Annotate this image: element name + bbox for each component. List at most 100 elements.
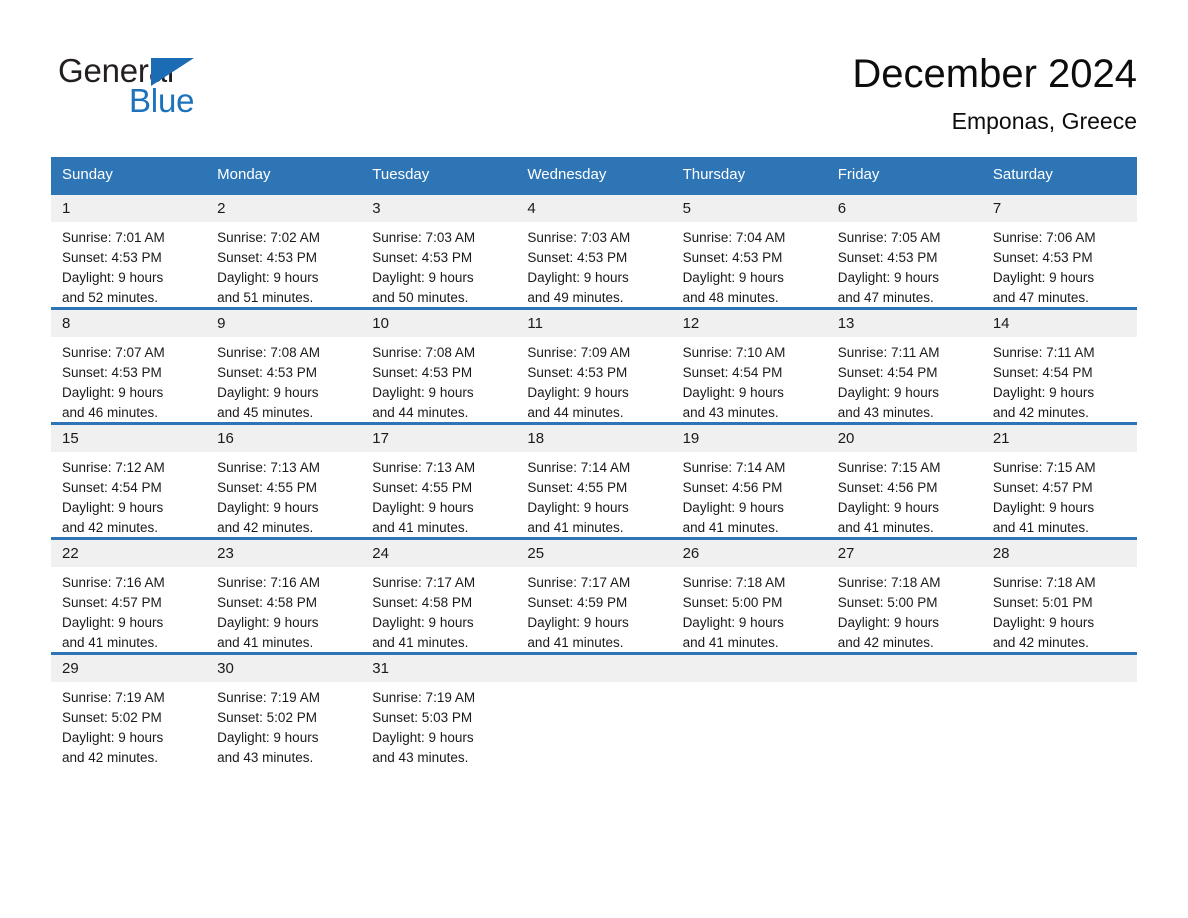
sunrise-text: Sunrise: 7:17 AM: [527, 575, 631, 590]
calendar-week-row: 8 Sunrise: 7:07 AM Sunset: 4:53 PM Daylight…: [51, 307, 1137, 422]
daylight-text-line2: and 42 minutes.: [217, 520, 314, 535]
sunrise-text: Sunrise: 7:05 AM: [837, 230, 941, 245]
daylight-text-line1: Daylight: 9 hours: [372, 270, 474, 285]
calendar-body: 1 Sunrise: 7:01 AM Sunset: 4:53 PM Daylight…: [51, 192, 1137, 767]
sunset-text: Sunset: 4:54 PM: [682, 365, 783, 380]
day-cell[interactable]: 22 Sunrise: 7:16 AM Sunset: 4:57 PM Dayligh…: [51, 537, 207, 652]
day-number: 2: [217, 200, 226, 217]
daylight-text-line1: Daylight: 9 hours: [217, 500, 319, 515]
sunset-text: Sunset: 4:53 PM: [527, 365, 628, 380]
day-cell[interactable]: 16 Sunrise: 7:13 AM Sunset: 4:55 PM Dayligh…: [206, 422, 362, 537]
calendar-table: Sunday Monday Tuesday Wednesday Thursday…: [51, 157, 1137, 767]
daylight-text-line2: and 44 minutes.: [527, 405, 624, 420]
day-cell[interactable]: 19 Sunrise: 7:14 AM Sunset: 4:56 PM Dayligh…: [671, 422, 827, 537]
day-number: 25: [527, 545, 545, 562]
day-cell[interactable]: 21 Sunrise: 7:15 AM Sunset: 4:57 PM Dayligh…: [981, 422, 1137, 537]
day-cell[interactable]: 17 Sunrise: 7:13 AM Sunset: 4:55 PM Dayligh…: [361, 422, 517, 537]
day-number: 24: [372, 545, 389, 562]
day-number: 19: [682, 430, 700, 447]
sunrise-text: Sunrise: 7:02 AM: [217, 230, 320, 245]
day-cell[interactable]: 15 Sunrise: 7:12 AM Sunset: 4:54 PM Dayligh…: [51, 422, 207, 537]
sunrise-text: Sunrise: 7:17 AM: [372, 575, 476, 590]
sunset-text: Sunset: 4:58 PM: [372, 595, 473, 610]
sunrise-text: Sunrise: 7:18 AM: [837, 575, 941, 590]
daylight-text-line2: and 49 minutes.: [527, 290, 624, 305]
day-cell[interactable]: 7 Sunrise: 7:06 AM Sunset: 4:53 PM Daylight…: [981, 192, 1137, 307]
day-number: 12: [682, 315, 700, 332]
day-cell[interactable]: 2 Sunrise: 7:02 AM Sunset: 4:53 PM Daylight…: [206, 192, 362, 307]
daylight-text-line1: Daylight: 9 hours: [682, 500, 784, 515]
day-cell[interactable]: 20 Sunrise: 7:15 AM Sunset: 4:56 PM Dayligh…: [826, 422, 982, 537]
day-cell[interactable]: 12 Sunrise: 7:10 AM Sunset: 4:54 PM Dayligh…: [671, 307, 827, 422]
daylight-text-line2: and 41 minutes.: [682, 635, 779, 650]
sunset-text: Sunset: 4:55 PM: [217, 480, 317, 495]
sunset-text: Sunset: 4:54 PM: [62, 480, 162, 495]
day-cell[interactable]: 29 Sunrise: 7:19 AM Sunset: 5:02 PM Dayligh…: [51, 652, 207, 767]
daylight-text-line1: Daylight: 9 hours: [62, 615, 164, 630]
daylight-text-line2: and 50 minutes.: [372, 290, 469, 305]
day-cell[interactable]: 28 Sunrise: 7:18 AM Sunset: 5:01 PM Dayligh…: [981, 537, 1137, 652]
day-cell[interactable]: 26 Sunrise: 7:18 AM Sunset: 5:00 PM Dayligh…: [671, 537, 827, 652]
day-cell[interactable]: 31 Sunrise: 7:19 AM Sunset: 5:03 PM Dayligh…: [361, 652, 517, 767]
day-cell[interactable]: 18 Sunrise: 7:14 AM Sunset: 4:55 PM Dayligh…: [516, 422, 672, 537]
day-number: 14: [992, 315, 1010, 332]
day-number: 10: [372, 315, 389, 332]
daylight-text-line2: and 41 minutes.: [527, 520, 624, 535]
day-number: 16: [217, 430, 234, 447]
sunrise-text: Sunrise: 7:13 AM: [217, 460, 320, 475]
daylight-text-line1: Daylight: 9 hours: [992, 385, 1095, 400]
day-cell[interactable]: 14 Sunrise: 7:11 AM Sunset: 4:54 PM Dayligh…: [981, 307, 1137, 422]
brand-logo[interactable]: General Blue: [58, 52, 318, 124]
day-number: 30: [217, 660, 234, 677]
day-cell[interactable]: 27 Sunrise: 7:18 AM Sunset: 5:00 PM Dayligh…: [826, 537, 982, 652]
day-cell[interactable]: 8 Sunrise: 7:07 AM Sunset: 4:53 PM Daylight…: [51, 307, 207, 422]
daylight-text-line1: Daylight: 9 hours: [527, 270, 629, 285]
sunrise-text: Sunrise: 7:01 AM: [62, 230, 165, 245]
sunset-text: Sunset: 5:02 PM: [217, 710, 317, 725]
day-cell[interactable]: 25 Sunrise: 7:17 AM Sunset: 4:59 PM Dayligh…: [516, 537, 672, 652]
daylight-text-line2: and 47 minutes.: [837, 290, 934, 305]
page-subtitle: Emponas, Greece: [951, 108, 1137, 134]
sunrise-text: Sunrise: 7:03 AM: [527, 230, 631, 245]
day-number: 28: [992, 545, 1010, 562]
daylight-text-line1: Daylight: 9 hours: [527, 615, 629, 630]
day-cell[interactable]: 23 Sunrise: 7:16 AM Sunset: 4:58 PM Dayligh…: [206, 537, 362, 652]
day-cell[interactable]: 10 Sunrise: 7:08 AM Sunset: 4:53 PM Dayligh…: [361, 307, 517, 422]
daylight-text-line2: and 43 minutes.: [837, 405, 934, 420]
sunrise-text: Sunrise: 7:04 AM: [682, 230, 786, 245]
day-number: 29: [62, 660, 79, 677]
sunset-text: Sunset: 4:53 PM: [837, 250, 938, 265]
day-cell[interactable]: 11 Sunrise: 7:09 AM Sunset: 4:53 PM Dayligh…: [516, 307, 672, 422]
title-block: December 2024 Emponas, Greece: [852, 48, 1137, 136]
daylight-text-line2: and 42 minutes.: [62, 520, 159, 535]
daylight-text-line1: Daylight: 9 hours: [372, 615, 474, 630]
sunrise-text: Sunrise: 7:08 AM: [372, 345, 476, 360]
sunrise-text: Sunrise: 7:15 AM: [837, 460, 941, 475]
day-cell[interactable]: 1 Sunrise: 7:01 AM Sunset: 4:53 PM Daylight…: [51, 192, 207, 307]
weekday-header-tuesday: Tuesday: [361, 157, 517, 192]
weekday-header-thursday: Thursday: [671, 157, 827, 192]
day-cell[interactable]: 4 Sunrise: 7:03 AM Sunset: 4:53 PM Daylight…: [516, 192, 672, 307]
day-cell[interactable]: 3 Sunrise: 7:03 AM Sunset: 4:53 PM Daylight…: [361, 192, 517, 307]
day-cell-empty: [516, 652, 672, 767]
day-cell[interactable]: 13 Sunrise: 7:11 AM Sunset: 4:54 PM Dayligh…: [826, 307, 982, 422]
day-number: 27: [837, 545, 855, 562]
calendar-week-row: 22 Sunrise: 7:16 AM Sunset: 4:57 PM Dayligh…: [51, 537, 1137, 652]
sunrise-text: Sunrise: 7:11 AM: [837, 345, 940, 360]
sunset-text: Sunset: 4:59 PM: [527, 595, 628, 610]
day-number: 8: [62, 315, 71, 332]
day-number: 9: [217, 315, 226, 332]
day-cell[interactable]: 24 Sunrise: 7:17 AM Sunset: 4:58 PM Dayligh…: [361, 537, 517, 652]
day-cell[interactable]: 30 Sunrise: 7:19 AM Sunset: 5:02 PM Dayligh…: [206, 652, 362, 767]
daylight-text-line2: and 41 minutes.: [837, 520, 934, 535]
daylight-text-line1: Daylight: 9 hours: [682, 615, 784, 630]
day-cell[interactable]: 6 Sunrise: 7:05 AM Sunset: 4:53 PM Daylight…: [826, 192, 982, 307]
sunrise-text: Sunrise: 7:07 AM: [62, 345, 165, 360]
day-cell[interactable]: 9 Sunrise: 7:08 AM Sunset: 4:53 PM Daylight…: [206, 307, 362, 422]
sunset-text: Sunset: 4:53 PM: [992, 250, 1093, 265]
daylight-text-line2: and 43 minutes.: [217, 750, 314, 765]
daylight-text-line1: Daylight: 9 hours: [527, 500, 629, 515]
sunset-text: Sunset: 4:53 PM: [682, 250, 783, 265]
day-cell[interactable]: 5 Sunrise: 7:04 AM Sunset: 4:53 PM Daylight…: [671, 192, 827, 307]
day-number: 7: [992, 200, 1002, 217]
